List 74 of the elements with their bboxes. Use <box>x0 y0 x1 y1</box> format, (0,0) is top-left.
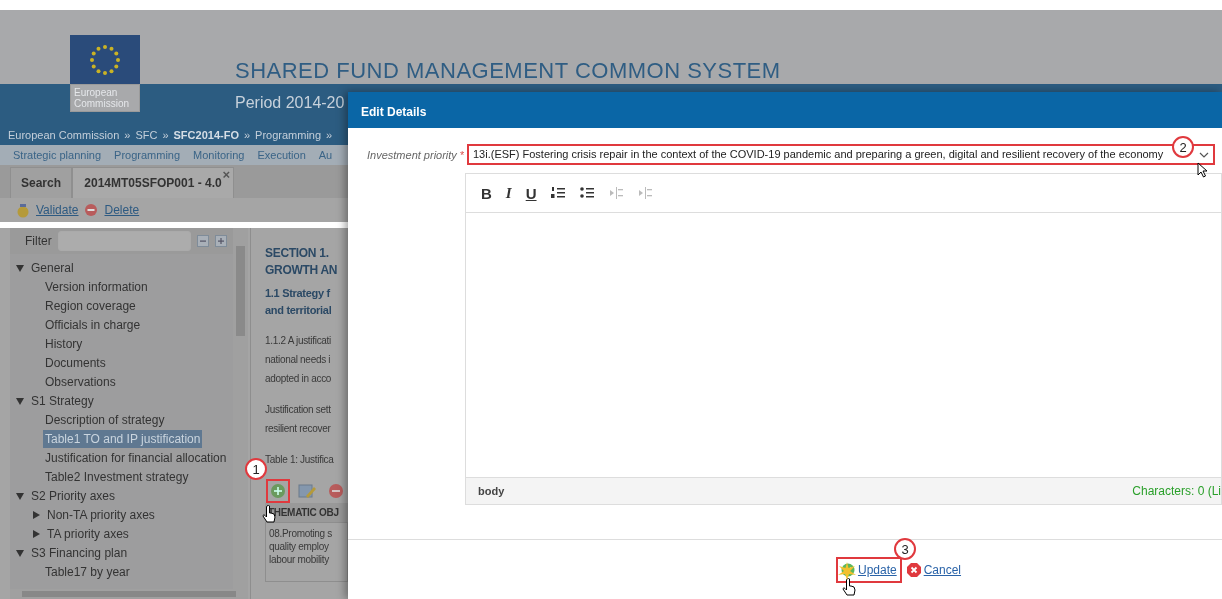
delete-icon <box>84 202 99 218</box>
expanded-arrow-icon[interactable] <box>15 262 25 273</box>
tree-item[interactable]: S2 Priority axes <box>29 486 118 505</box>
tab-label: 2014MT05SFOP001 - 4.0 <box>84 175 222 192</box>
paragraph-text: Justification sett resilient recover <box>265 403 332 436</box>
breadcrumb-link[interactable]: SFC <box>135 126 158 144</box>
expand-all-icon[interactable] <box>214 235 227 247</box>
tab[interactable]: Search <box>10 167 73 198</box>
ordered-list-icon[interactable] <box>550 186 566 200</box>
tree-item[interactable]: History <box>43 334 85 353</box>
logo-text: European Commission <box>70 84 140 112</box>
tab-label: Search <box>21 175 62 192</box>
bullet-list-icon[interactable] <box>579 186 595 200</box>
filter-label: Filter <box>25 233 52 250</box>
breadcrumb-link[interactable]: European Commission <box>8 126 120 144</box>
breadcrumb-separator: » <box>162 127 169 143</box>
tree-item[interactable]: Justification for financial allocation <box>43 448 229 467</box>
underline-button[interactable]: U <box>525 185 537 201</box>
delete-link[interactable]: Delete <box>104 201 140 219</box>
table-cell: 08.Promoting s quality employ labour mobility <box>265 522 348 582</box>
menu-item[interactable]: Execution <box>257 146 306 164</box>
collapsed-arrow-icon[interactable] <box>31 509 41 520</box>
menu-item[interactable]: Monitoring <box>193 146 245 164</box>
section-heading: SECTION 1. GROWTH AN <box>265 245 339 279</box>
tree-item[interactable]: Documents <box>43 353 108 372</box>
validate-link[interactable]: Validate <box>36 201 79 219</box>
tree-item[interactable]: Non-TA priority axes <box>45 505 157 524</box>
arrow-cursor-icon <box>1197 162 1208 178</box>
tree-item[interactable]: Table2 Investment strategy <box>43 467 191 486</box>
element-path: body <box>478 483 505 499</box>
tree-item[interactable]: Officials in charge <box>43 315 143 334</box>
tree-item[interactable]: Version information <box>43 277 150 296</box>
tree-item[interactable]: S3 Financing plan <box>29 543 130 562</box>
bold-button[interactable]: B <box>481 185 492 201</box>
tree-item[interactable]: TA priority axes <box>45 524 131 543</box>
menu-item[interactable]: Strategic planning <box>13 146 102 164</box>
select-value: 13i.(ESF) Fostering crisis repair in the context of the COVID-19 pandemic and preparing a green, digital and resilient recovery of the economy <box>473 147 1164 163</box>
expanded-arrow-icon[interactable] <box>15 395 25 406</box>
tree-item[interactable]: Observations <box>43 372 118 391</box>
period-text: Period 2014-20 <box>235 93 345 113</box>
paragraph-text: Table 1: Justifica <box>265 453 335 467</box>
tree-item[interactable]: Table1 TO and IP justification <box>43 429 203 448</box>
tab[interactable]: 2014MT05SFOP001 - 4.0× <box>72 167 235 198</box>
breadcrumb-link[interactable]: Programming <box>255 126 322 144</box>
tree-item[interactable]: Description of strategy <box>43 410 167 429</box>
tree-item[interactable]: General <box>29 258 76 277</box>
cancel-button[interactable]: Cancel <box>903 559 965 581</box>
breadcrumb-separator: » <box>124 127 131 143</box>
breadcrumb-separator: » <box>326 127 333 143</box>
breadcrumb-separator: » <box>243 127 251 143</box>
chevron-down-icon[interactable] <box>1199 151 1209 158</box>
italic-button[interactable]: I <box>505 185 512 201</box>
character-counter: Characters: 0 (Li <box>1132 483 1221 500</box>
cancel-icon <box>906 563 921 577</box>
hand-cursor-icon <box>842 578 856 596</box>
dialog-title: Edit Details <box>348 92 1222 128</box>
collapsed-arrow-icon[interactable] <box>31 528 41 539</box>
collapse-all-icon[interactable] <box>196 235 209 247</box>
tree-item[interactable]: Table17 by year <box>43 562 132 581</box>
stars-icon <box>89 43 121 76</box>
tree-item[interactable]: Region coverage <box>43 296 138 315</box>
field-label: Investment priority * <box>367 148 463 163</box>
validate-icon <box>16 202 30 218</box>
subsection-heading: 1.1 Strategy f and territorial <box>265 286 333 318</box>
breadcrumb-link[interactable]: SFC2014-FO <box>173 126 239 144</box>
required-mark: * <box>459 149 465 161</box>
paragraph-text: 1.1.2 A justificati national needs i adopted in acco <box>265 334 333 386</box>
menu-item[interactable]: Programming <box>114 146 181 164</box>
site-title: SHARED FUND MANAGEMENT COMMON SYSTEM <box>235 57 781 85</box>
expanded-arrow-icon[interactable] <box>15 547 25 558</box>
expanded-arrow-icon[interactable] <box>15 490 25 501</box>
close-icon[interactable]: × <box>222 168 231 181</box>
tree-item[interactable]: S1 Strategy <box>29 391 96 410</box>
menu-item[interactable]: Au <box>318 146 333 164</box>
